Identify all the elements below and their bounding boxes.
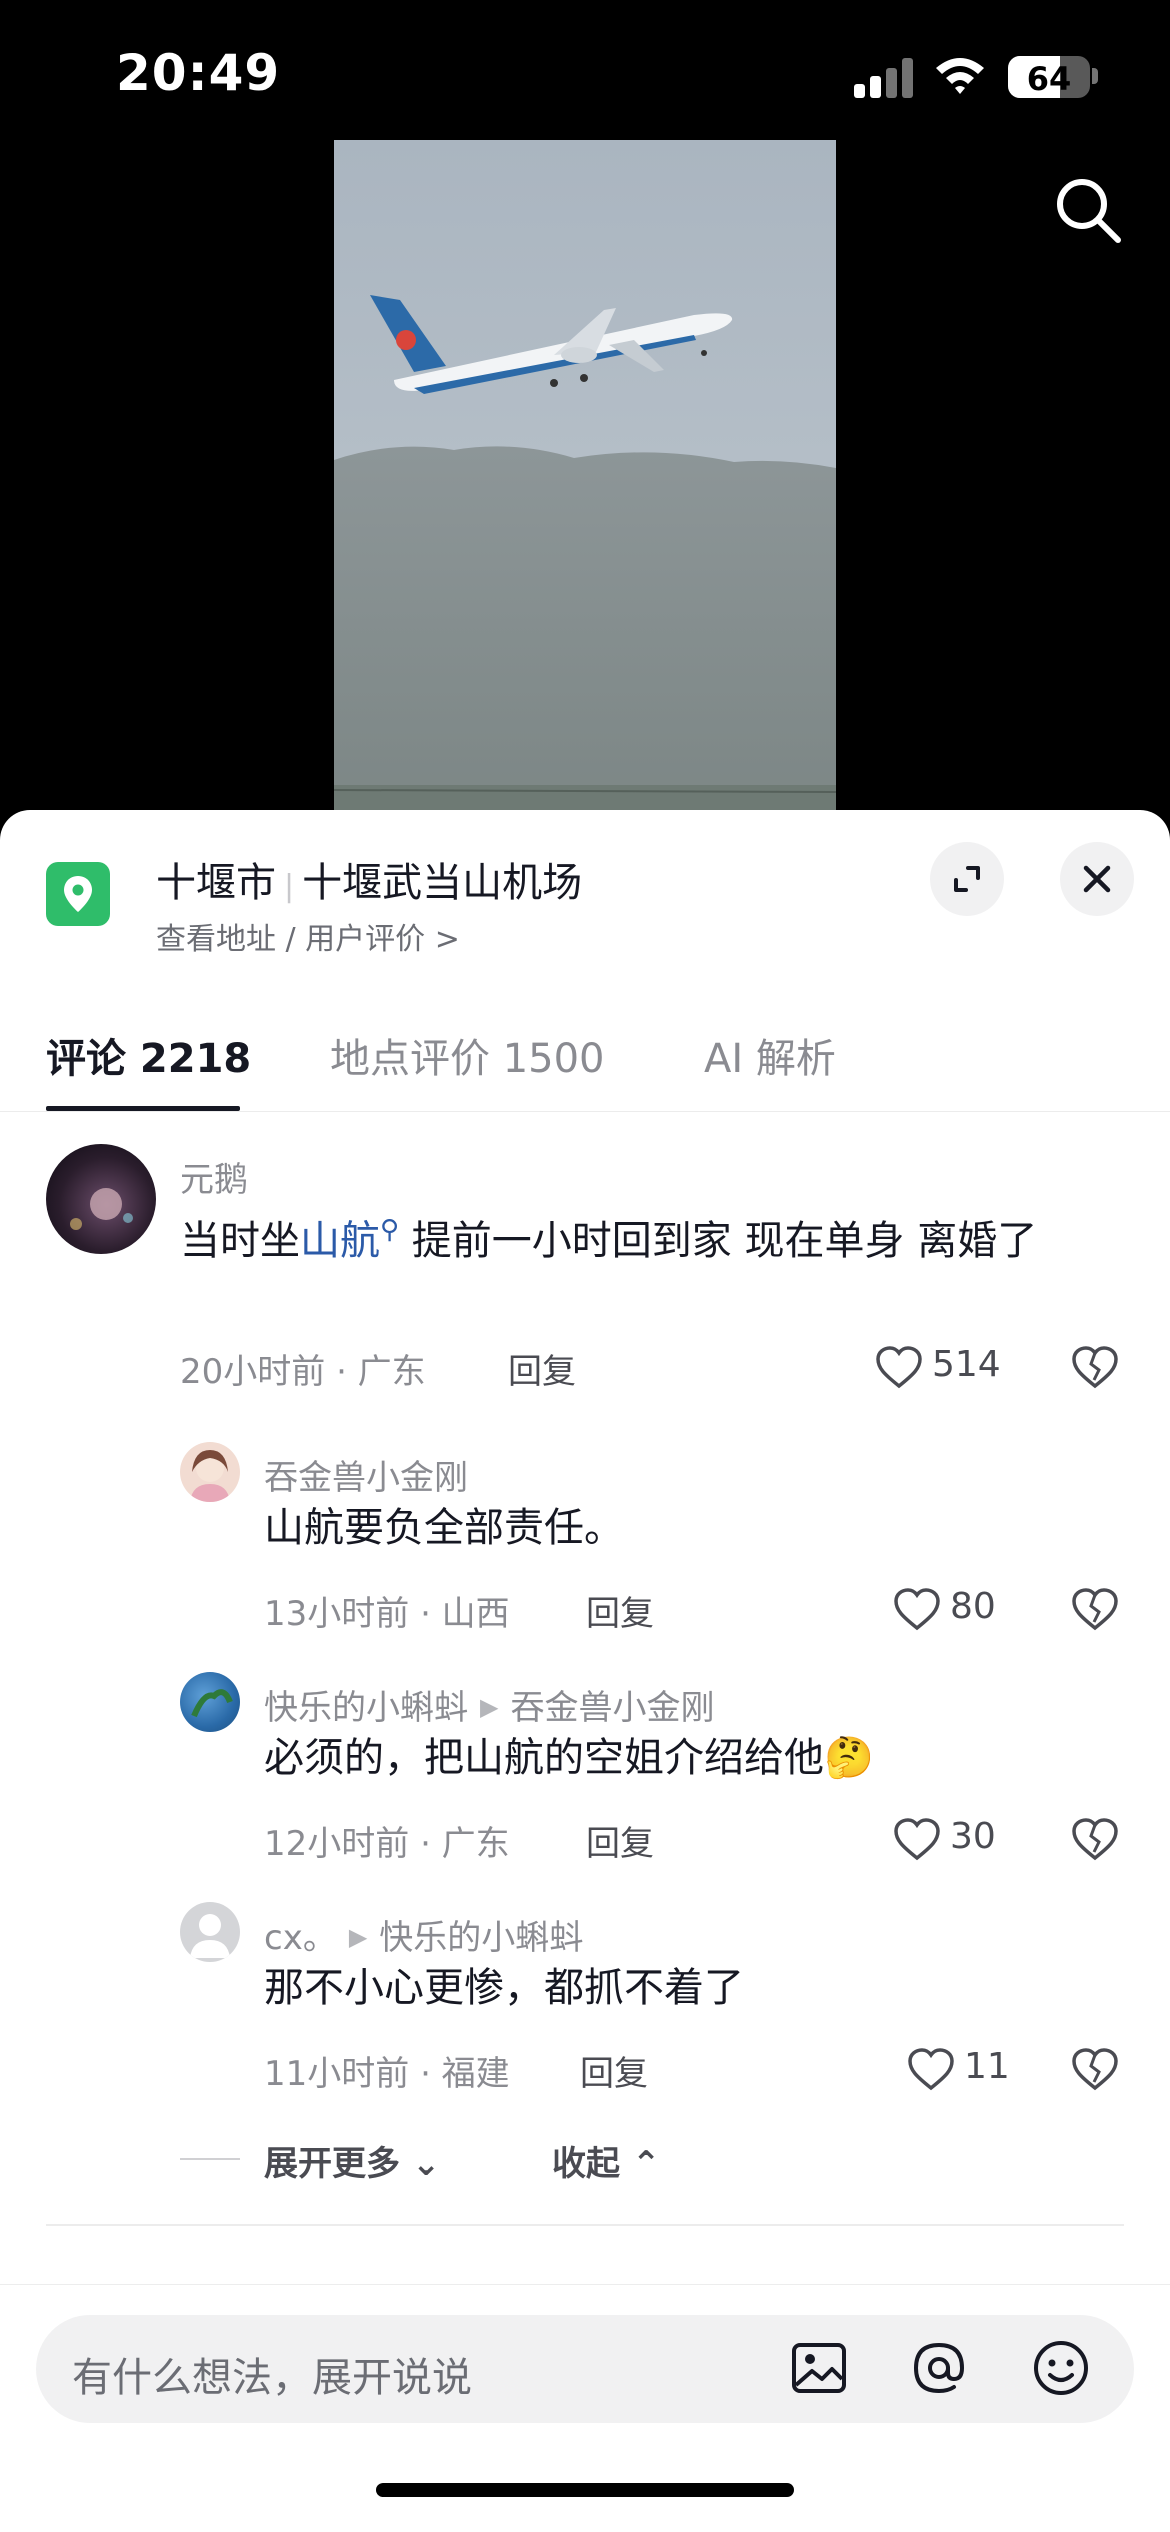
location-place: 十堰武当山机场: [302, 860, 583, 906]
comment-input[interactable]: 有什么想法，展开说说: [36, 2315, 1134, 2423]
location-title[interactable]: 十堰市 | 十堰武当山机场: [156, 850, 582, 908]
like-button[interactable]: 80: [892, 1582, 1032, 1638]
avatar[interactable]: [180, 1902, 240, 1962]
chevron-down-icon: ⌄: [411, 2144, 441, 2184]
like-count: 514: [932, 1344, 1001, 1385]
reply-meta: 11小时前 · 福建: [264, 2054, 510, 2094]
expand-more-label: 展开更多: [264, 2144, 400, 2184]
comment-text-part: 当时坐: [180, 1218, 300, 1264]
reply-arrow-icon: ▶: [480, 1693, 499, 1721]
comment-text: 当时坐山航⚲ 提前一小时回到家 现在单身 离婚了: [180, 1194, 1100, 1277]
comment-text-part: 提前一小时回到家 现在单身 离婚了: [399, 1218, 1038, 1264]
airplane-scene: [334, 140, 836, 820]
avatar[interactable]: [180, 1442, 240, 1502]
video-frame[interactable]: [334, 140, 836, 820]
tab-bar: 评论 2218 地点评价 1500 AI 解析: [0, 1010, 1170, 1112]
heart-icon: [908, 2048, 954, 2091]
dislike-icon[interactable]: [1070, 1584, 1120, 1634]
default-avatar-icon: [190, 1914, 230, 1958]
search-keyword-icon: ⚲: [380, 1215, 400, 1245]
map-pin-icon[interactable]: [46, 862, 110, 926]
dislike-icon[interactable]: [1070, 1814, 1120, 1864]
avatar[interactable]: [180, 1672, 240, 1732]
comments-sheet: 十堰市 | 十堰武当山机场 查看地址 / 用户评价 > 评论 2218 地点评价 1…: [0, 810, 1170, 2532]
reply-text: 那不小心更惨，都抓不着了: [264, 1965, 744, 2011]
avatar-image: [191, 1689, 233, 1718]
tab-comments[interactable]: 评论 2218: [46, 1026, 251, 1084]
reply-text-body: 必须的，把山航的空姐介绍给他: [264, 1735, 824, 1781]
avatar[interactable]: [46, 1144, 156, 1254]
heart-icon: [876, 1346, 922, 1389]
image-icon[interactable]: [786, 2335, 852, 2401]
expand-divider: [180, 2158, 240, 2160]
avatar-image: [70, 1188, 133, 1230]
chevron-up-icon: ⌃: [631, 2144, 661, 2184]
reply-text: 必须的，把山航的空姐介绍给他🤔: [264, 1722, 1104, 1794]
thinking-emoji-icon: 🤔: [824, 1735, 874, 1781]
like-button[interactable]: 514: [874, 1340, 1014, 1396]
search-icon[interactable]: [1050, 172, 1126, 248]
battery-cap: [1092, 68, 1098, 84]
avatar-image: [190, 1450, 230, 1502]
signal-icon: [854, 58, 916, 98]
expand-more-button[interactable]: 展开更多 ⌄: [264, 2136, 440, 2185]
comment-meta: 20小时前 · 广东: [180, 1352, 426, 1392]
collapse-button[interactable]: 收起 ⌃: [552, 2136, 660, 2185]
reply-meta: 13小时前 · 山西: [264, 1594, 510, 1634]
battery-percent: 64: [1026, 60, 1072, 98]
dislike-icon[interactable]: [1070, 1342, 1120, 1392]
status-bar: 20:49 64: [0, 0, 1170, 140]
reply-button[interactable]: 回复: [508, 1344, 576, 1393]
tab-indicator: [46, 1106, 240, 1111]
expand-button[interactable]: [930, 842, 1004, 916]
like-count: 80: [950, 1586, 996, 1627]
collapse-label: 收起: [552, 2144, 620, 2184]
battery-icon: 64: [1008, 56, 1090, 98]
map-pin-glyph: [64, 876, 92, 912]
reply-button[interactable]: 回复: [586, 1816, 654, 1865]
comment-input-bar: 有什么想法，展开说说: [0, 2284, 1170, 2532]
reply-text: 山航要负全部责任。: [264, 1505, 624, 1551]
comment-keyword-link[interactable]: 山航: [300, 1218, 380, 1264]
reply-meta: 12小时前 · 广东: [264, 1824, 510, 1864]
like-button[interactable]: 11: [906, 2042, 1046, 2098]
reply-arrow-icon: ▶: [348, 1923, 368, 1951]
status-time: 20:49: [116, 44, 281, 102]
dislike-icon[interactable]: [1070, 2044, 1120, 2094]
emoji-icon[interactable]: [1028, 2335, 1094, 2401]
reply-button[interactable]: 回复: [586, 1586, 654, 1635]
heart-icon: [894, 1818, 940, 1861]
heart-icon: [894, 1588, 940, 1631]
reply-button[interactable]: 回复: [580, 2046, 648, 2095]
expand-icon: [954, 866, 980, 892]
comment-divider: [46, 2224, 1124, 2226]
home-indicator: [376, 2483, 794, 2497]
close-icon: [1083, 865, 1111, 893]
wifi-icon: [936, 58, 984, 94]
location-sublink[interactable]: 查看地址 / 用户评价 >: [156, 914, 460, 958]
tab-ai-analysis[interactable]: AI 解析: [704, 1026, 836, 1084]
mention-icon[interactable]: [906, 2335, 972, 2401]
like-count: 11: [964, 2046, 1010, 2087]
comment-input-placeholder: 有什么想法，展开说说: [72, 2355, 472, 2401]
close-button[interactable]: [1060, 842, 1134, 916]
location-city: 十堰市: [156, 860, 276, 906]
title-separator: |: [284, 869, 295, 904]
like-button[interactable]: 30: [892, 1812, 1032, 1868]
tab-place-reviews[interactable]: 地点评价 1500: [330, 1026, 605, 1084]
like-count: 30: [950, 1816, 996, 1857]
